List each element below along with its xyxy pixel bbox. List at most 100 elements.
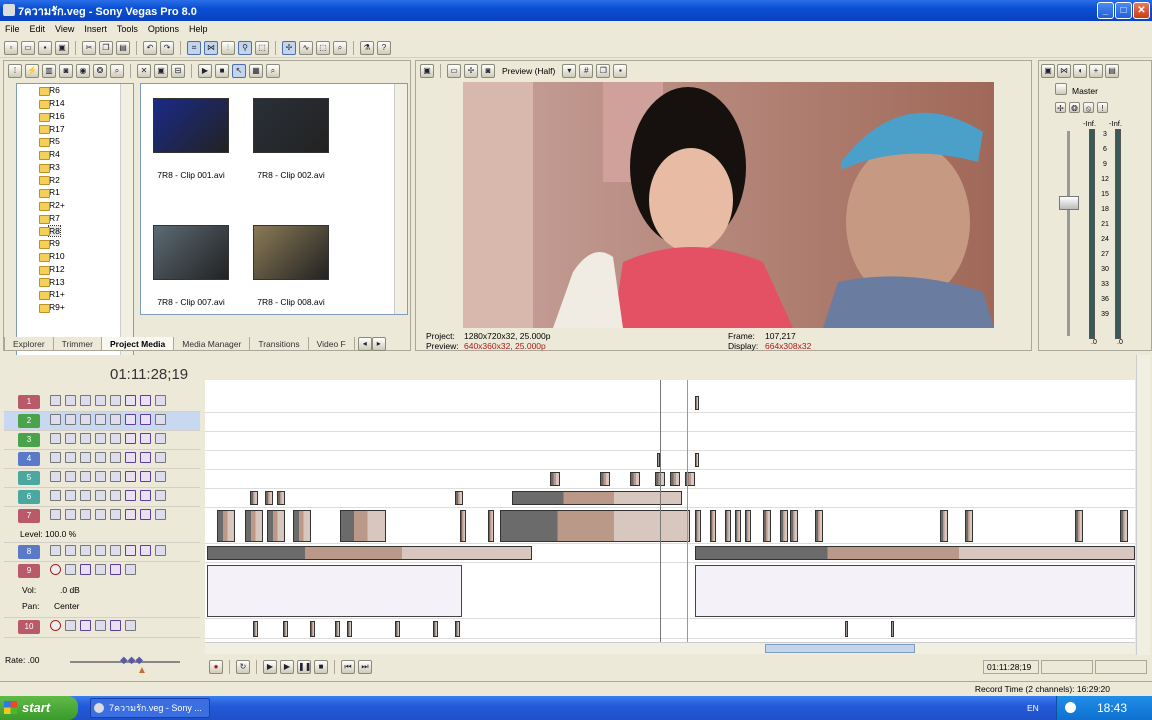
folder-item-r12[interactable]: R12 [17,263,133,276]
audio-clip[interactable] [310,621,315,637]
move-up-icon[interactable] [50,471,61,482]
track-header-1[interactable]: 1 [4,393,200,412]
track-fx-icon[interactable] [125,545,136,556]
insert-bus-icon[interactable]: + [1089,64,1103,78]
remove-icon[interactable]: ✕ [137,64,151,78]
chevron-down-icon[interactable]: ▾ [562,64,577,78]
preview-quality-dropdown[interactable]: Preview (Half) [502,66,555,76]
audio-clip[interactable] [347,621,352,637]
maximize-button[interactable]: □ [1115,2,1132,19]
capture-video-icon[interactable]: ▥ [42,64,56,78]
go-to-start-icon[interactable]: ⏮ [341,660,355,674]
track-motion-icon[interactable] [95,452,106,463]
video-clip[interactable] [455,491,463,505]
search-icon[interactable]: ⌕ [110,64,124,78]
track-fx-icon[interactable] [80,620,91,631]
audio-waveform[interactable] [207,565,462,617]
mute-icon[interactable] [140,414,151,425]
tab-video-fx[interactable]: Video F [307,337,355,351]
track-header-2[interactable]: 2 [4,412,200,431]
track-motion-icon[interactable] [95,545,106,556]
preview-properties-icon[interactable]: ▣ [420,64,434,78]
video-clip[interactable] [500,510,690,542]
move-down-icon[interactable] [65,490,76,501]
mute-icon[interactable] [140,471,151,482]
video-clip[interactable] [725,510,731,542]
pause-icon[interactable]: ❚❚ [297,660,311,674]
video-clip[interactable] [695,453,699,467]
track-lane-10[interactable] [205,619,1135,639]
audio-clip[interactable] [335,621,340,637]
track-motion-icon[interactable] [95,490,106,501]
compositing-icon[interactable] [80,471,91,482]
ignore-grouping-icon[interactable]: ⬚ [255,40,269,55]
compositing-icon[interactable] [80,452,91,463]
parent-icon[interactable] [110,490,121,501]
menu-options[interactable]: Options [143,24,184,34]
video-clip[interactable] [965,510,973,542]
track-number[interactable]: 3 [18,433,40,447]
folder-item-r2[interactable]: R2 [17,173,133,186]
save-snapshot-icon[interactable]: ▪ [613,64,628,78]
horizontal-scroll-thumb[interactable] [765,644,915,653]
folder-item-r1-plus[interactable]: R1+ [17,288,133,301]
track-header-10[interactable]: 10 [4,618,200,638]
tree-scrollbar[interactable] [120,84,133,372]
track-number[interactable]: 2 [18,414,40,428]
timeline-tracks[interactable] [205,380,1135,642]
track-motion-icon[interactable] [95,414,106,425]
mute-icon[interactable] [140,490,151,501]
folder-item-r14[interactable]: R14 [17,97,133,110]
video-clip[interactable] [265,491,273,505]
media-thumbnail[interactable] [253,98,329,153]
master-mute-icon[interactable]: ⦸ [1083,102,1094,113]
track-lane-1[interactable] [205,394,1135,413]
mute-icon[interactable] [110,564,121,575]
zoom-tool-icon[interactable]: ⌕ [333,40,347,55]
media-fx-icon[interactable]: ❂ [93,64,107,78]
folder-item-r1[interactable]: R1 [17,186,133,199]
external-monitor-icon[interactable]: ▭ [447,64,461,78]
track-header-8[interactable]: 8 [4,543,200,562]
stop-icon[interactable]: ■ [215,64,229,78]
folder-item-r16[interactable]: R16 [17,110,133,123]
go-to-end-icon[interactable]: ⏭ [358,660,372,674]
media-properties-icon[interactable]: ▣ [154,64,168,78]
folder-item-r6[interactable]: R6 [17,84,133,97]
move-down-icon[interactable] [65,395,76,406]
video-clip[interactable] [735,510,741,542]
move-up-icon[interactable] [50,452,61,463]
pan-icon[interactable] [95,620,106,631]
help-icon[interactable]: ? [377,40,391,55]
video-clip[interactable] [630,472,640,486]
video-clip[interactable] [745,510,751,542]
compositing-icon[interactable] [80,545,91,556]
parent-icon[interactable] [110,452,121,463]
move-up-icon[interactable] [50,509,61,520]
video-clip[interactable] [550,472,560,486]
video-clip[interactable] [940,510,948,542]
folder-item-r4[interactable]: R4 [17,148,133,161]
redo-icon[interactable]: ↷ [160,40,174,55]
video-clip[interactable] [340,510,386,542]
track-lane-3[interactable] [205,432,1135,451]
track-number[interactable]: 7 [18,509,40,523]
track-number[interactable]: 4 [18,452,40,466]
lock-envelopes-icon[interactable]: ⚲ [238,40,252,55]
solo-icon[interactable] [125,564,136,575]
track-number[interactable]: 10 [18,620,40,634]
video-clip[interactable] [512,491,682,505]
audio-clip[interactable] [455,621,460,637]
undo-icon[interactable]: ↶ [143,40,157,55]
timeline-vertical-scrollbar[interactable] [1136,355,1150,655]
stop-icon[interactable]: ■ [314,660,328,674]
extract-audio-icon[interactable]: ◉ [76,64,90,78]
save-icon[interactable]: ▪ [38,40,52,55]
zoom-search-icon[interactable]: ⌕ [266,64,280,78]
video-clip[interactable] [695,396,699,410]
selection-tool-icon[interactable]: ⬚ [316,40,330,55]
downmix-icon[interactable]: ⋈ [1057,64,1071,78]
video-clip[interactable] [790,510,798,542]
master-solo-icon[interactable]: ! [1097,102,1108,113]
close-button[interactable]: ✕ [1133,2,1150,19]
